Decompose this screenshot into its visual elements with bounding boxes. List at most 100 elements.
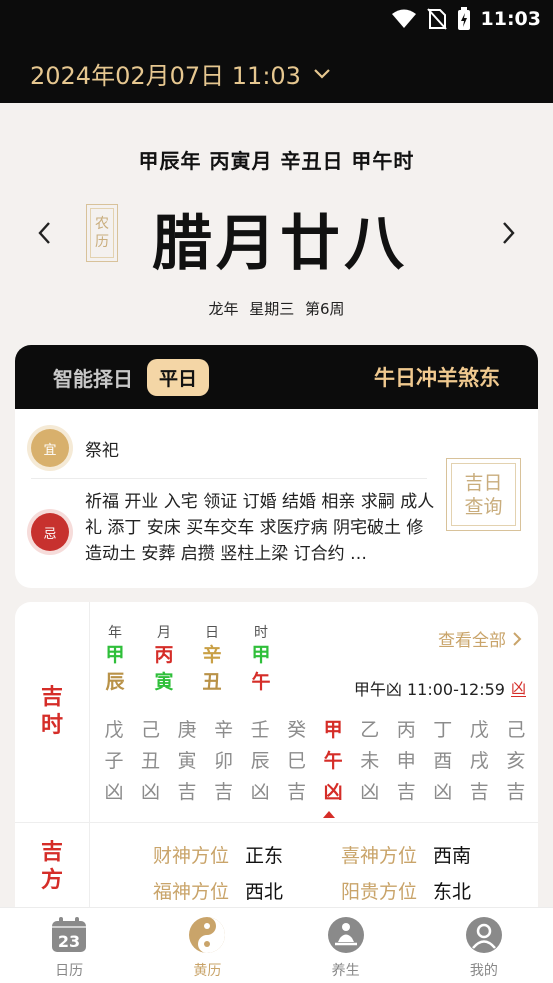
almanac-card: 智能择日 平日 牛日冲羊煞东 宜 祭祀 忌 祈福 开业 入宅 领证 订婚 结婚 … [15,345,538,588]
smart-date-select-button[interactable]: 智能择日 [53,363,133,392]
tab-wellness[interactable]: 养生 [277,908,415,983]
direction-value: 正东 [245,844,284,867]
profile-icon [465,917,502,953]
tab-profile[interactable]: 我的 [415,908,553,983]
horizontal-divider [15,822,538,823]
hour-column[interactable]: 壬辰凶 [245,715,275,808]
hour-column[interactable]: 癸巳吉 [282,715,312,808]
pillar-stem: 甲 [105,644,125,666]
status-bar: 11:03 [391,6,541,32]
previous-day-button[interactable] [26,215,62,251]
hour-column[interactable]: 丙申吉 [391,715,421,808]
hour-column[interactable]: 甲午凶 [318,715,348,808]
year-week-info: 龙年 星期三 第6周 [208,300,345,318]
hour-luck: 凶 [433,781,453,803]
tab-label-profile: 我的 [469,963,498,979]
calendar-icon: 23 [52,917,87,952]
direction-row: 福神方位 西北 阳贵方位 东北 [153,872,529,908]
lunar-date: 腊月廿八 [152,209,408,279]
hour-luck: 吉 [177,781,197,803]
current-hour-info: 甲午凶 11:00-12:59 凶 [354,676,526,700]
day-clash-text: 牛日冲羊煞东 [374,366,500,390]
pillar-branch: 丑 [202,671,222,693]
pillar-label: 日 [205,625,219,641]
yi-text: 祭祀 [85,440,119,461]
hours-directions-card: 吉 时 年甲辰月丙寅日辛丑时甲午 查看全部 甲午凶 11:00-12:59 凶 … [15,602,538,922]
tab-label-almanac: 黄历 [193,963,222,979]
app-header: 11:03 2024年02月07日 11:03 [0,0,553,103]
pillar-label: 月 [157,625,171,641]
pillar-stem: 甲 [251,644,271,666]
pillar-branch: 午 [251,671,271,693]
tab-label-wellness: 养生 [331,963,360,979]
hour-column[interactable]: 戊戌吉 [464,715,494,808]
hour-stem: 戊 [469,719,489,741]
vertical-divider [89,602,90,922]
hour-column[interactable]: 辛卯吉 [209,715,239,808]
hour-column[interactable]: 戊子凶 [99,715,129,808]
hour-luck: 吉 [214,781,234,803]
bottom-tab-bar: 23 日历 黄历 养生 我的 [0,907,553,983]
pillar-column: 日辛丑 [197,622,227,696]
current-datetime: 2024年02月07日 11:03 [30,62,301,90]
hour-branch: 寅 [177,750,197,772]
lunar-seal-char-2: 历 [95,234,109,250]
tab-almanac[interactable]: 黄历 [138,908,276,983]
tab-label-calendar: 日历 [55,963,84,979]
hour-luck: 凶 [323,781,343,803]
pillar-label: 年 [108,625,122,641]
lunar-seal: 农 历 [86,204,118,262]
hour-luck: 吉 [396,781,416,803]
hour-luck: 吉 [506,781,526,803]
lunar-seal-char-1: 农 [95,216,109,232]
ji-row: 忌 祈福 开业 入宅 领证 订婚 结婚 相亲 求嗣 成人礼 添丁 安床 买车交车… [31,489,435,567]
hour-luck: 凶 [104,781,124,803]
jiri-seal-line-2: 查询 [464,495,503,518]
chevron-left-icon [38,222,50,244]
jishi-side-label: 吉 时 [15,602,89,822]
hour-column[interactable]: 己丑凶 [136,715,166,808]
yin-yang-icon [189,917,226,953]
jifang-label-char-1: 吉 [40,839,63,865]
hour-luck: 吉 [287,781,307,803]
hour-grid: 戊子凶己丑凶庚寅吉辛卯吉壬辰凶癸巳吉甲午凶乙未凶丙申吉丁酉凶戊戌吉己亥吉 [99,715,531,808]
hour-branch: 辰 [250,750,270,772]
hour-branch: 酉 [433,750,453,772]
next-day-button[interactable] [491,215,527,251]
hour-column[interactable]: 乙未凶 [355,715,385,808]
date-picker[interactable]: 2024年02月07日 11:03 [30,56,331,91]
direction-label: 阳贵方位 [341,880,418,903]
tab-calendar[interactable]: 23 日历 [0,908,138,983]
divider [31,478,427,479]
pillar-column: 年甲辰 [100,622,130,696]
direction-row: 财神方位 正东 喜神方位 西南 [153,836,529,872]
hour-luck: 吉 [469,781,489,803]
hour-stem: 己 [506,719,526,741]
ji-text: 祈福 开业 入宅 领证 订婚 结婚 相亲 求嗣 成人礼 添丁 安床 买车交车 求… [85,492,435,564]
jishi-label-char-1: 吉 [40,685,63,710]
hour-luck: 凶 [360,781,380,803]
current-hour-marker [323,811,335,818]
ganzhi-line: 甲辰年 丙寅月 辛丑日 甲午时 [138,149,415,173]
auspicious-directions: 财神方位 正东 喜神方位 西南 福神方位 西北 阳贵方位 东北 [153,836,529,908]
hour-stem: 戊 [104,719,124,741]
ji-badge: 忌 [31,513,69,551]
hour-branch: 戌 [469,750,489,772]
hour-branch: 卯 [214,750,234,772]
pillar-branch: 寅 [154,671,174,693]
hour-branch: 子 [104,750,124,772]
hour-branch: 未 [360,750,380,772]
almanac-card-header: 智能择日 平日 牛日冲羊煞东 [15,345,538,409]
hour-stem: 辛 [214,719,234,741]
jifang-label-char-2: 方 [40,867,63,893]
hour-branch: 巳 [287,750,307,772]
pillar-column: 月丙寅 [149,622,179,696]
chevron-right-icon [503,222,515,244]
auspicious-day-query-button[interactable]: 吉日 查询 [446,458,521,531]
hour-column[interactable]: 丁酉凶 [428,715,458,808]
view-all-button[interactable]: 查看全部 [438,626,522,651]
hour-column[interactable]: 庚寅吉 [172,715,202,808]
day-type-badge: 平日 [147,358,210,396]
calendar-icon-day: 23 [58,932,80,951]
hour-column[interactable]: 己亥吉 [501,715,531,808]
